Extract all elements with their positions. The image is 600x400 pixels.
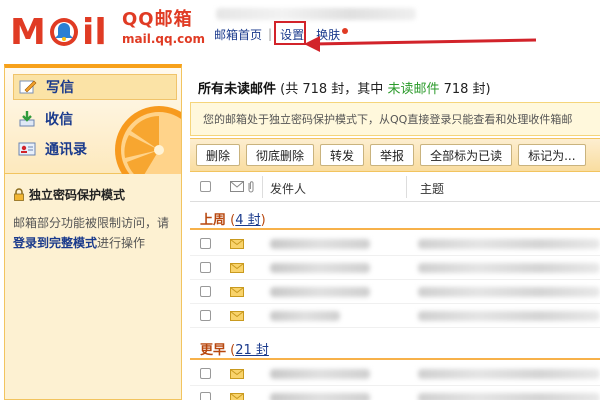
- blurred-sender: [270, 239, 370, 249]
- subject-column-header[interactable]: 主题: [420, 180, 444, 197]
- security-desc-tail: 进行操作: [97, 236, 146, 250]
- title-count-pre: (共 718 封，其中: [276, 82, 388, 97]
- lock-icon: [14, 188, 24, 201]
- security-title: 独立密码保护模式: [13, 186, 179, 203]
- left-sidebar: 写信 收信 通讯录 独立密码保护模式 邮箱部分功能被限制访问，请 登录到完整模式…: [4, 64, 182, 400]
- mail-toolbar: 删除 彻底删除 转发 举报 全部标为已读 标记为...: [190, 138, 600, 172]
- report-button[interactable]: 举报: [370, 144, 415, 166]
- unread-envelope-icon: [230, 369, 244, 379]
- row-checkbox[interactable]: [200, 238, 211, 249]
- brand-text: QQ邮箱 mail.qq.com: [122, 9, 205, 47]
- unread-envelope-icon: [230, 263, 244, 273]
- group-count-link[interactable]: 21 封: [235, 343, 269, 358]
- blurred-subject: [418, 369, 600, 379]
- unread-envelope-icon: [230, 311, 244, 321]
- group-label: 上周: [200, 213, 227, 228]
- mark-all-read-button[interactable]: 全部标为已读: [420, 144, 513, 166]
- group-count: (21 封: [226, 343, 269, 358]
- sidebar-item-contacts[interactable]: 通讯录: [13, 136, 123, 162]
- brand-url: mail.qq.com: [122, 32, 205, 46]
- blurred-sender: [270, 369, 370, 379]
- security-title-text: 独立密码保护模式: [29, 188, 126, 202]
- brand-name: QQ邮箱: [122, 9, 193, 30]
- group-earlier: 更早 (21 封: [190, 334, 600, 360]
- blurred-sender: [270, 393, 370, 400]
- table-row[interactable]: [190, 256, 600, 280]
- sidebar-item-label: 写信: [46, 80, 74, 96]
- table-row[interactable]: [190, 304, 600, 328]
- row-checkbox[interactable]: [200, 286, 211, 297]
- table-row[interactable]: [190, 362, 600, 386]
- group-count-link[interactable]: 4 封: [235, 213, 260, 228]
- protection-notice: 您的邮箱处于独立密码保护模式下，从QQ直接登录只能查看和处理收件箱邮: [190, 102, 600, 136]
- table-row[interactable]: [190, 280, 600, 304]
- login-full-mode-link[interactable]: 登录到完整模式: [13, 236, 97, 250]
- security-description: 邮箱部分功能被限制访问，请 登录到完整模式进行操作: [13, 213, 179, 253]
- forward-button[interactable]: 转发: [320, 144, 365, 166]
- column-divider: [406, 176, 407, 198]
- group-count-post: ): [260, 213, 266, 228]
- main-content: 所有未读邮件 (共 718 封，其中 未读邮件 718 封) 您的邮箱处于独立密…: [190, 64, 600, 400]
- group-label: 更早: [200, 343, 227, 358]
- blurred-subject: [418, 263, 600, 273]
- group-count-pre: (: [226, 343, 236, 358]
- contacts-card-icon: [17, 140, 37, 158]
- row-checkbox[interactable]: [200, 392, 211, 400]
- group-count-pre: (: [226, 213, 236, 228]
- sidebar-item-label: 通讯录: [45, 142, 87, 158]
- nav-home-link[interactable]: 邮箱首页: [214, 26, 262, 43]
- table-row[interactable]: [190, 386, 600, 400]
- table-row[interactable]: [190, 232, 600, 256]
- permanent-delete-button[interactable]: 彻底删除: [246, 144, 315, 166]
- blurred-subject: [418, 239, 600, 249]
- blurred-sender: [270, 287, 370, 297]
- group-last-week: 上周 (4 封): [190, 204, 600, 230]
- row-checkbox[interactable]: [200, 262, 211, 273]
- red-arrow-icon: [304, 36, 537, 52]
- inbox-download-icon: [17, 110, 37, 128]
- blurred-subject: [418, 393, 600, 400]
- sidebar-item-label: 收信: [45, 112, 73, 128]
- blurred-sender: [270, 311, 340, 321]
- select-all-checkbox[interactable]: [200, 181, 211, 192]
- security-desc-text: 邮箱部分功能被限制访问，请: [13, 216, 170, 230]
- unread-envelope-icon: [230, 239, 244, 249]
- blurred-user-info: [216, 8, 416, 20]
- sidebar-quick-actions: 写信 收信 通讯录: [5, 68, 181, 174]
- page-title-bold: 所有未读邮件: [198, 82, 277, 97]
- header: M il QQ邮箱 mail.qq.com 邮箱首页 | 设置 换肤: [0, 0, 600, 62]
- security-mode-panel: 独立密码保护模式 邮箱部分功能被限制访问，请 登录到完整模式进行操作: [13, 186, 179, 253]
- blurred-sender: [270, 263, 370, 273]
- unread-mail-label[interactable]: 未读邮件: [387, 82, 439, 97]
- page-title: 所有未读邮件 (共 718 封，其中 未读邮件 718 封): [198, 78, 491, 97]
- svg-text:il: il: [82, 12, 107, 52]
- qq-mail-logo[interactable]: M il: [10, 8, 120, 52]
- blurred-subject: [418, 311, 600, 321]
- column-divider: [262, 176, 263, 198]
- row-checkbox[interactable]: [200, 310, 211, 321]
- title-count-post: 718 封): [439, 82, 491, 97]
- mark-as-button[interactable]: 标记为...: [518, 144, 586, 166]
- envelope-attachment-column-icon[interactable]: [230, 181, 258, 193]
- compose-pencil-icon: [18, 78, 38, 96]
- sidebar-item-inbox[interactable]: 收信: [13, 106, 123, 132]
- column-header: 发件人 主题: [190, 172, 600, 202]
- row-checkbox[interactable]: [200, 368, 211, 379]
- unread-envelope-icon: [230, 287, 244, 297]
- nav-separator: |: [268, 27, 273, 41]
- blurred-subject: [418, 287, 600, 297]
- sidebar-item-compose[interactable]: 写信: [13, 74, 177, 100]
- group-count: (4 封): [226, 213, 266, 228]
- sender-column-header[interactable]: 发件人: [270, 180, 306, 197]
- unread-envelope-icon: [230, 393, 244, 400]
- svg-text:M: M: [10, 12, 46, 52]
- delete-button[interactable]: 删除: [196, 144, 241, 166]
